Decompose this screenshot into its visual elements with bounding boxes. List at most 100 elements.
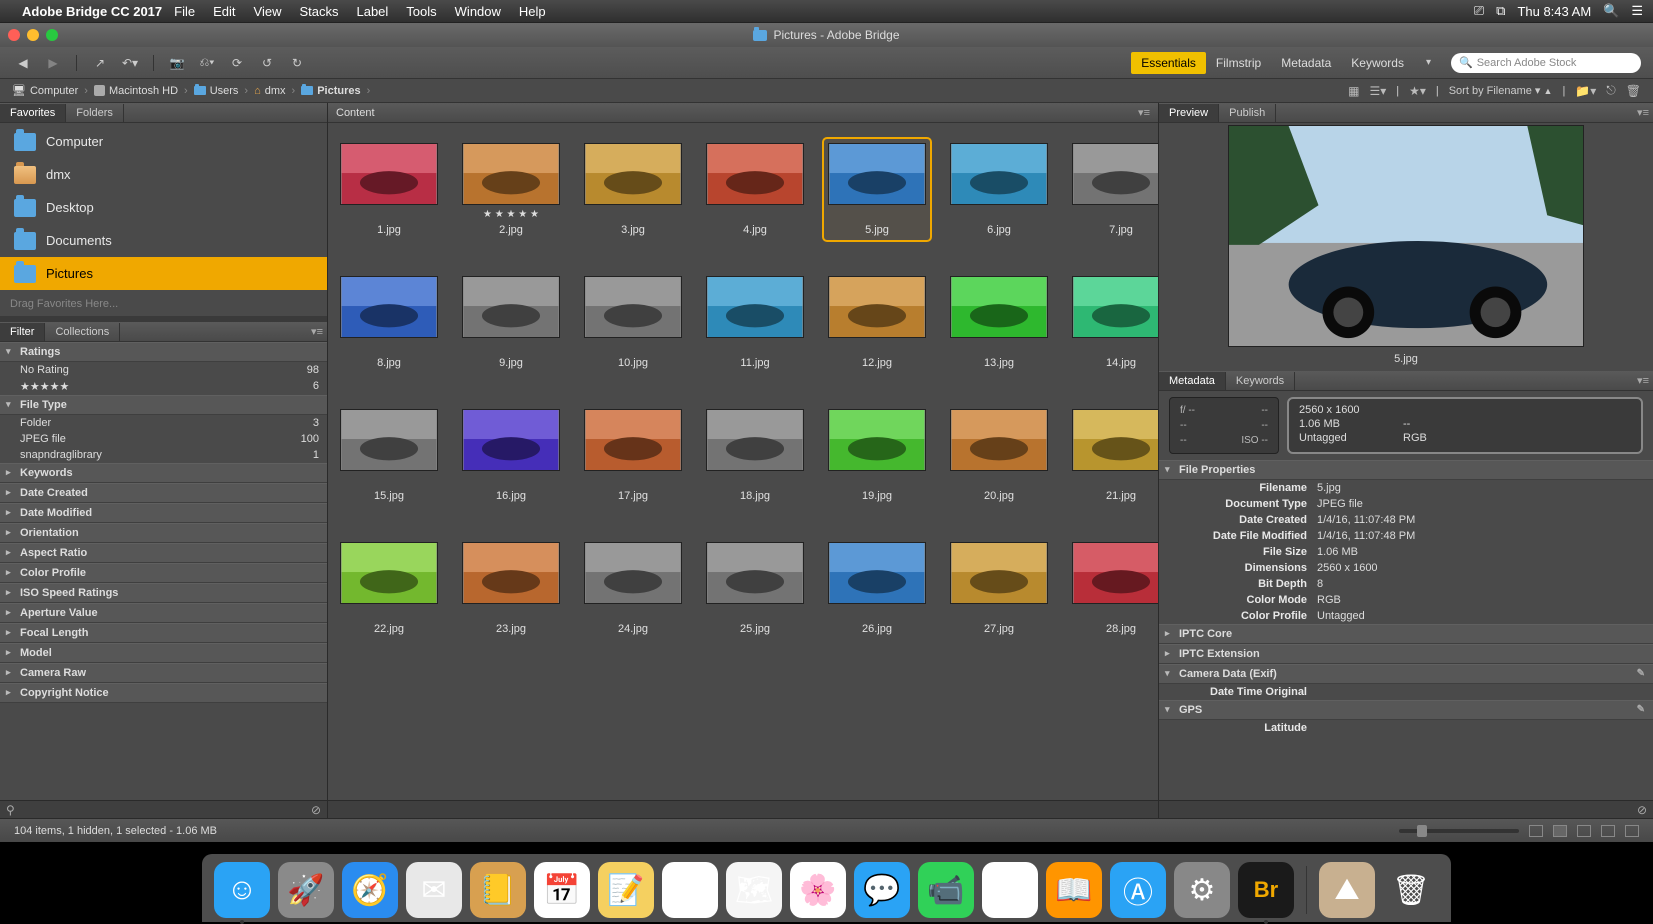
- panel-tab-folders[interactable]: Folders: [66, 104, 124, 122]
- thumbnail-size-slider[interactable]: [1399, 829, 1519, 833]
- metadata-section-iptc-extension[interactable]: IPTC Extension: [1159, 644, 1653, 664]
- dock-reminders[interactable]: ☑: [662, 862, 718, 918]
- dock-maps[interactable]: 🗺: [726, 862, 782, 918]
- menu-window[interactable]: Window: [455, 4, 501, 19]
- menu-edit[interactable]: Edit: [213, 4, 235, 19]
- favorite-desktop[interactable]: Desktop: [0, 191, 327, 224]
- workspace-tab-metadata[interactable]: Metadata: [1271, 52, 1341, 74]
- panel-tab-publish[interactable]: Publish: [1219, 104, 1276, 122]
- thumbnail[interactable]: 8.jpg: [336, 272, 442, 373]
- thumbnail[interactable]: 28.jpg: [1068, 538, 1158, 639]
- view-thumbnails-icon[interactable]: [1577, 825, 1591, 837]
- dock-messages[interactable]: 💬: [854, 862, 910, 918]
- panel-menu-icon[interactable]: ▾≡: [1637, 106, 1649, 119]
- filter-row[interactable]: Folder3: [0, 415, 327, 431]
- panel-tab-favorites[interactable]: Favorites: [0, 104, 66, 122]
- thumbnail[interactable]: 25.jpg: [702, 538, 808, 639]
- filter-section-ratings[interactable]: Ratings: [0, 342, 327, 362]
- pin-icon[interactable]: ⚲: [6, 803, 15, 817]
- favorite-pictures[interactable]: Pictures: [0, 257, 327, 290]
- thumbnail[interactable]: 18.jpg: [702, 405, 808, 506]
- menu-label[interactable]: Label: [356, 4, 388, 19]
- filter-row[interactable]: ★★★★★6: [0, 378, 327, 395]
- reveal-button[interactable]: ↗: [89, 54, 111, 72]
- spotlight-icon[interactable]: 🔍: [1603, 3, 1619, 19]
- thumbnail[interactable]: 26.jpg: [824, 538, 930, 639]
- filter-row[interactable]: No Rating98: [0, 362, 327, 378]
- edit-icon[interactable]: ✎: [1637, 668, 1645, 679]
- back-button[interactable]: ◀: [12, 54, 34, 72]
- dock-launchpad[interactable]: 🚀: [278, 862, 334, 918]
- filter-section-date-modified[interactable]: Date Modified: [0, 503, 327, 523]
- rotate-ccw-button[interactable]: ↺: [256, 54, 278, 72]
- filter-section-model[interactable]: Model: [0, 643, 327, 663]
- notification-center-icon[interactable]: ☰: [1631, 3, 1643, 19]
- workspace-tab-essentials[interactable]: Essentials: [1131, 52, 1206, 74]
- menu-view[interactable]: View: [254, 4, 282, 19]
- thumbnail[interactable]: 19.jpg: [824, 405, 930, 506]
- search-input[interactable]: 🔍Search Adobe Stock: [1451, 53, 1641, 73]
- filter-section-date-created[interactable]: Date Created: [0, 483, 327, 503]
- path-segment[interactable]: ⌂dmx: [254, 85, 285, 97]
- app-name[interactable]: Adobe Bridge CC 2017: [22, 4, 162, 19]
- grid-view-icon[interactable]: ▦: [1348, 84, 1359, 98]
- thumbnail[interactable]: 13.jpg: [946, 272, 1052, 373]
- thumbnail[interactable]: 9.jpg: [458, 272, 564, 373]
- open-in-camera-raw-icon[interactable]: ⎋: [1606, 83, 1616, 98]
- view-details-icon[interactable]: [1601, 825, 1615, 837]
- dock-ibooks[interactable]: 📖: [1046, 862, 1102, 918]
- filter-section-focal-length[interactable]: Focal Length: [0, 623, 327, 643]
- metadata-cancel-icon[interactable]: ⊘: [1637, 803, 1647, 817]
- menubar-clock[interactable]: Thu 8:43 AM: [1517, 4, 1591, 19]
- thumbnail[interactable]: 16.jpg: [458, 405, 564, 506]
- thumbnail[interactable]: 6.jpg: [946, 139, 1052, 240]
- recent-button[interactable]: ↶▾: [119, 54, 141, 72]
- view-grid-icon[interactable]: [1529, 825, 1543, 837]
- thumbnail[interactable]: 23.jpg: [458, 538, 564, 639]
- forward-button[interactable]: ▶: [42, 54, 64, 72]
- path-segment[interactable]: Macintosh HD: [94, 85, 178, 97]
- favorite-computer[interactable]: Computer: [0, 125, 327, 158]
- favorite-dmx[interactable]: dmx: [0, 158, 327, 191]
- dock-notes[interactable]: 📝: [598, 862, 654, 918]
- thumbnail[interactable]: 21.jpg: [1068, 405, 1158, 506]
- metadata-section-file-properties[interactable]: File Properties: [1159, 460, 1653, 480]
- panel-menu-icon[interactable]: ▾≡: [1637, 374, 1649, 387]
- displays-icon[interactable]: ⧉: [1496, 3, 1505, 19]
- filter-section-file-type[interactable]: File Type: [0, 395, 327, 415]
- star-filter-icon[interactable]: ★▾: [1409, 84, 1426, 98]
- refresh-button[interactable]: ⟳: [226, 54, 248, 72]
- thumbnail[interactable]: 24.jpg: [580, 538, 686, 639]
- workspace-menu-icon[interactable]: ▾: [1426, 57, 1431, 68]
- filter-section-aspect-ratio[interactable]: Aspect Ratio: [0, 543, 327, 563]
- panel-menu-icon[interactable]: ▾≡: [1138, 106, 1150, 119]
- edit-icon[interactable]: ✎: [1637, 704, 1645, 715]
- view-list-icon[interactable]: [1625, 825, 1639, 837]
- thumbnail[interactable]: 22.jpg: [336, 538, 442, 639]
- zoom-button[interactable]: [46, 29, 58, 41]
- menu-help[interactable]: Help: [519, 4, 546, 19]
- dock-bridge[interactable]: Br: [1238, 862, 1294, 918]
- dock-facetime[interactable]: 📹: [918, 862, 974, 918]
- menu-tools[interactable]: Tools: [406, 4, 436, 19]
- dock-itunes[interactable]: ♪: [982, 862, 1038, 918]
- filter-section-camera-raw[interactable]: Camera Raw: [0, 663, 327, 683]
- favorite-documents[interactable]: Documents: [0, 224, 327, 257]
- dock-mail[interactable]: ✉: [406, 862, 462, 918]
- menu-stacks[interactable]: Stacks: [299, 4, 338, 19]
- path-segment[interactable]: Users: [194, 85, 239, 97]
- thumbnail[interactable]: 10.jpg: [580, 272, 686, 373]
- close-button[interactable]: [8, 29, 20, 41]
- filter-section-keywords[interactable]: Keywords: [0, 463, 327, 483]
- panel-tab-metadata[interactable]: Metadata: [1159, 372, 1226, 390]
- path-segment[interactable]: 🖥Computer: [12, 84, 78, 97]
- list-view-icon[interactable]: ☰▾: [1369, 84, 1386, 98]
- airplay-icon[interactable]: ⎚: [1474, 3, 1484, 19]
- thumbnail[interactable]: ★ ★ ★ ★ ★2.jpg: [458, 139, 564, 240]
- dock-preferences[interactable]: ⚙: [1174, 862, 1230, 918]
- dock-safari[interactable]: 🧭: [342, 862, 398, 918]
- content-area[interactable]: 1.jpg★ ★ ★ ★ ★2.jpg3.jpg4.jpg5.jpg6.jpg7…: [328, 123, 1158, 800]
- thumbnail[interactable]: 5.jpg: [824, 139, 930, 240]
- boomerang-button[interactable]: ⎌▾: [196, 54, 218, 72]
- menu-file[interactable]: File: [174, 4, 195, 19]
